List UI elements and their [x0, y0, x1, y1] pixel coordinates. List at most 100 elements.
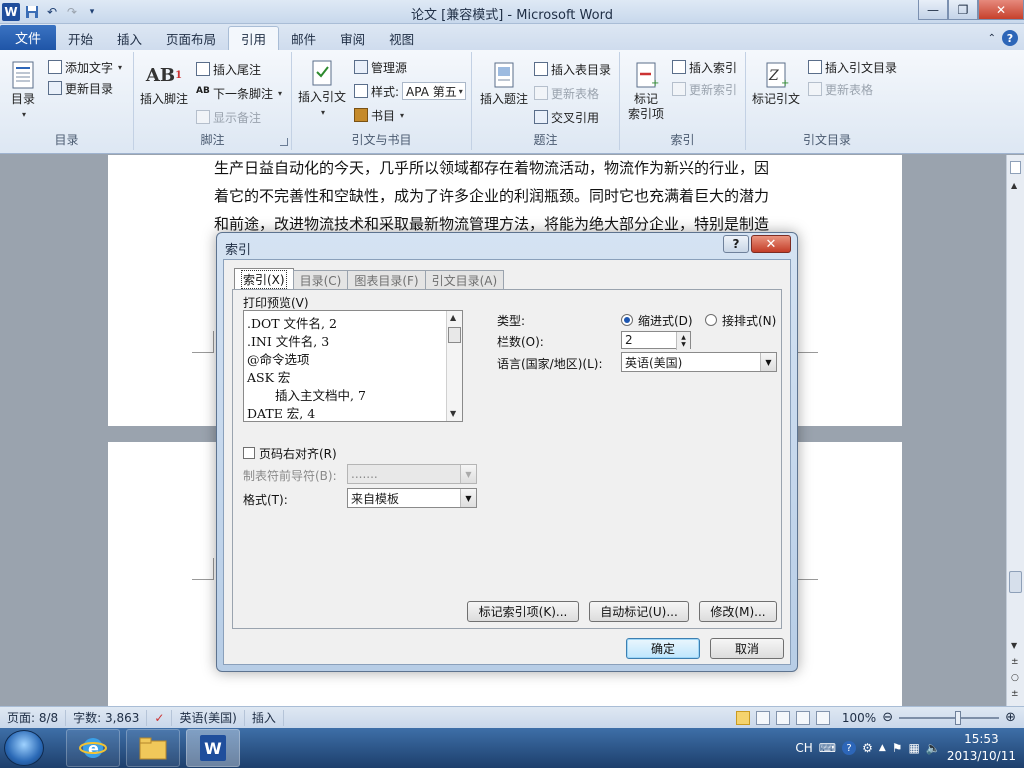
previous-page-icon[interactable]: ± [1011, 657, 1019, 667]
bibliography-button[interactable]: 书目 ▾ [354, 106, 404, 124]
preview-scroll-thumb[interactable] [448, 327, 461, 343]
minimize-ribbon-icon[interactable]: ⌃ [988, 33, 996, 44]
web-layout-view-icon[interactable] [775, 710, 790, 725]
dialog-help-button[interactable]: ? [723, 235, 749, 253]
modify-button[interactable]: 修改(M)... [699, 601, 777, 622]
taskbar-ie-button[interactable]: e [66, 729, 120, 767]
keyboard-icon[interactable]: ⌨ [819, 741, 836, 755]
zoom-slider[interactable] [899, 710, 1000, 725]
insert-index-button[interactable]: 插入索引 [672, 58, 737, 76]
start-button[interactable] [4, 730, 44, 766]
scroll-up-icon[interactable]: ▲ [1011, 181, 1017, 190]
preview-scroll-down-icon[interactable]: ▼ [450, 409, 456, 418]
tab-file[interactable]: 文件 [0, 25, 56, 50]
insert-footnote-button[interactable]: AB 1 插入脚注 [140, 60, 188, 107]
restore-button[interactable]: ❐ [948, 0, 978, 20]
citation-style-dropdown[interactable]: APA 第五 ▾ [402, 82, 466, 100]
minimize-button[interactable]: — [918, 0, 948, 20]
ok-button[interactable]: 确定 [626, 638, 700, 659]
show-notes-button[interactable]: 显示备注 [196, 108, 261, 126]
insert-citation-button[interactable]: 插入引文 ▾ [298, 58, 346, 120]
dialog-close-button[interactable]: ✕ [751, 235, 791, 253]
page-count[interactable]: 页面: 8/8 [0, 709, 67, 726]
show-hidden-icons-icon[interactable]: ▲ [879, 743, 886, 753]
tab-insert[interactable]: 插入 [105, 26, 154, 50]
ime-help-icon[interactable]: ? [842, 741, 857, 755]
tab-table-of-figures[interactable]: 图表目录(F) [347, 270, 426, 289]
chevron-down-icon[interactable]: ▼ [460, 465, 476, 483]
taskbar-explorer-button[interactable] [126, 729, 180, 767]
cancel-button[interactable]: 取消 [710, 638, 784, 659]
insert-toa-button[interactable]: 插入引文目录 [808, 58, 897, 76]
toc-button[interactable]: 目录 ▾ [8, 60, 38, 122]
insert-mode-status[interactable]: 插入 [245, 709, 284, 726]
format-dropdown[interactable]: 来自模板 ▼ [347, 488, 477, 508]
taskbar-word-button[interactable]: W [186, 729, 240, 767]
ime-indicator[interactable]: CH [795, 741, 812, 755]
type-runin-radio[interactable] [705, 314, 717, 326]
tab-home[interactable]: 开始 [56, 26, 105, 50]
update-index-button[interactable]: 更新索引 [672, 80, 737, 98]
vertical-scroll-thumb[interactable] [1009, 571, 1022, 593]
chevron-down-icon[interactable]: ▼ [460, 489, 476, 507]
insert-caption-button[interactable]: 插入题注 [480, 60, 528, 107]
undo-icon[interactable]: ↶ [44, 4, 60, 20]
language-status[interactable]: 英语(美国) [172, 709, 245, 726]
tab-toc[interactable]: 目录(C) [292, 270, 349, 289]
tab-table-of-authorities[interactable]: 引文目录(A) [424, 270, 505, 289]
save-icon[interactable] [24, 4, 40, 20]
help-icon[interactable]: ? [1002, 30, 1018, 46]
tab-view[interactable]: 视图 [377, 26, 426, 50]
ruler-toggle-icon[interactable] [1010, 161, 1021, 174]
vertical-scrollbar[interactable]: ▲ ▼ ± ○ ± [1006, 155, 1024, 706]
update-figures-table-button[interactable]: 更新表格 [534, 84, 599, 102]
redo-icon[interactable]: ↷ [64, 4, 80, 20]
language-dropdown[interactable]: 英语(美国) ▼ [621, 352, 777, 372]
tab-review[interactable]: 审阅 [328, 26, 377, 50]
columns-spin-icon[interactable]: ▲ ▼ [676, 332, 690, 350]
type-indent-radio[interactable] [621, 314, 633, 326]
volume-icon[interactable]: 🔈 [926, 741, 941, 755]
zoom-slider-thumb[interactable] [955, 710, 962, 725]
cross-reference-button[interactable]: 交叉引用 [534, 108, 599, 126]
columns-stepper[interactable]: 2 ▲ ▼ [621, 331, 691, 350]
next-footnote-button[interactable]: AB 下一条脚注 ▾ [196, 84, 282, 102]
mark-entry-dialog-button[interactable]: 标记索引项(K)... [467, 601, 579, 622]
action-center-icon[interactable]: ⚑ [892, 741, 903, 755]
word-app-icon[interactable]: W [2, 2, 20, 21]
tab-references[interactable]: 引用 [228, 26, 280, 50]
tab-mailings[interactable]: 邮件 [279, 26, 328, 50]
insert-endnote-button[interactable]: 插入尾注 [196, 60, 261, 78]
network-icon[interactable]: ▦ [909, 741, 920, 755]
automark-button[interactable]: 自动标记(U)... [589, 601, 689, 622]
tab-page-layout[interactable]: 页面布局 [154, 26, 228, 50]
print-preview-box[interactable]: .DOT 文件名, 2 .INI 文件名, 3 @命令选项 ASK 宏 插入主文… [243, 310, 463, 422]
right-align-checkbox[interactable] [243, 447, 255, 459]
clock[interactable]: 15:53 2013/10/11 [947, 731, 1016, 765]
preview-scrollbar[interactable]: ▲ ▼ [446, 311, 462, 421]
mark-entry-button[interactable]: + 标记 索引项 [628, 60, 664, 122]
add-text-button[interactable]: 添加文字 ▾ [48, 58, 122, 76]
chevron-down-icon[interactable]: ▼ [760, 353, 776, 371]
next-page-icon[interactable]: ± [1011, 689, 1019, 699]
print-layout-view-icon[interactable] [735, 710, 750, 725]
mark-citation-button[interactable]: Z + 标记引文 [752, 60, 800, 107]
proofing-status[interactable]: ✓ [147, 709, 173, 726]
draft-view-icon[interactable] [815, 710, 830, 725]
word-count[interactable]: 字数: 3,863 [66, 709, 148, 726]
outline-view-icon[interactable] [795, 710, 810, 725]
close-window-button[interactable]: ✕ [978, 0, 1024, 20]
preview-scroll-up-icon[interactable]: ▲ [450, 313, 456, 322]
full-screen-reading-view-icon[interactable] [755, 710, 770, 725]
zoom-in-icon[interactable]: ⊕ [1005, 710, 1016, 725]
zoom-level[interactable]: 100% [842, 711, 876, 725]
update-toc-button[interactable]: 更新目录 [48, 79, 113, 97]
update-toa-button[interactable]: 更新表格 [808, 80, 873, 98]
browse-object-icon[interactable]: ○ [1011, 673, 1019, 683]
scroll-down-icon[interactable]: ▼ [1011, 641, 1017, 650]
tab-leader-dropdown[interactable]: ....... ▼ [347, 464, 477, 484]
ime-options-icon[interactable]: ⚙ [862, 741, 873, 755]
insert-table-of-figures-button[interactable]: 插入表目录 [534, 60, 611, 78]
tab-index[interactable]: 索引(X) [234, 268, 294, 289]
manage-sources-button[interactable]: 管理源 [354, 58, 407, 76]
